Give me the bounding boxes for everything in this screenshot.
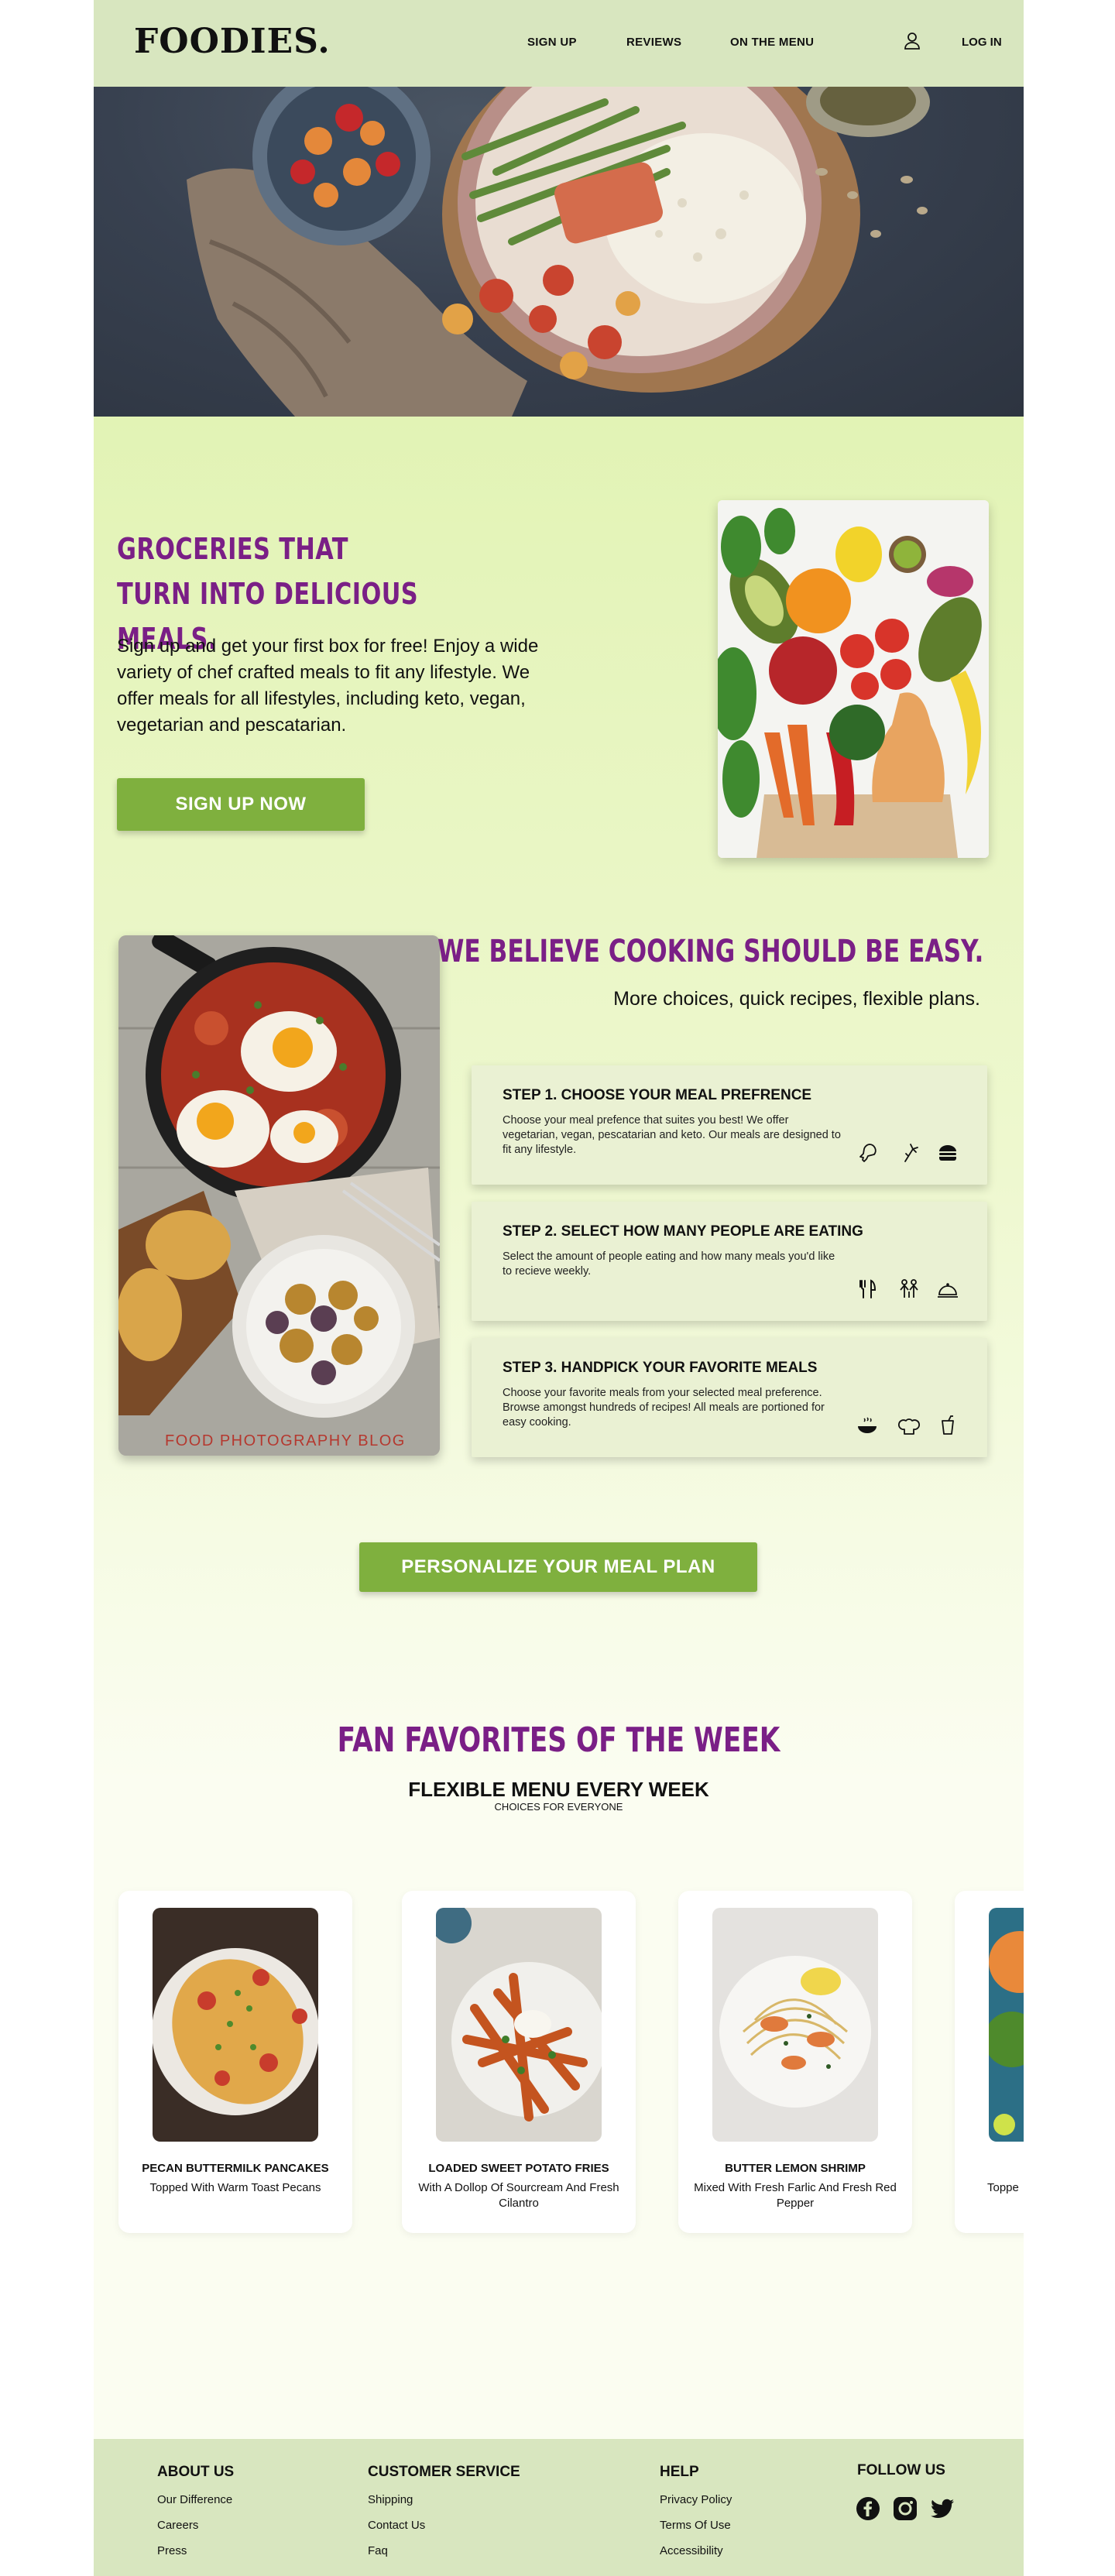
- intro-text: Sign up and get your first box for free!…: [117, 636, 539, 736]
- footer-link[interactable]: Privacy Policy: [660, 2493, 732, 2506]
- sweet-potato-fries-photo: [436, 1908, 602, 2142]
- menu-card-title: LOADED SWEET POTATO FRIES: [428, 2162, 609, 2175]
- step-card-1: STEP 1. CHOOSE YOUR MEAL PREFRENCE Choos…: [472, 1065, 987, 1185]
- menu-card-description: With A Dollop Of Sourcream And Fresh Cil…: [418, 2181, 619, 2210]
- chef-hat-icon: [898, 1418, 920, 1435]
- footer-about-heading: ABOUT US: [157, 2464, 235, 2480]
- favorites-title: FAN FAVORITES OF THE WEEK: [337, 1720, 780, 1760]
- user-icon[interactable]: [904, 32, 921, 50]
- cloche-icon: [938, 1283, 958, 1298]
- menu-card-title: PECAN BUTTERMILK PANCAKES: [142, 2162, 329, 2175]
- pancakes-photo: [153, 1908, 318, 2142]
- login-link[interactable]: LOG IN: [962, 36, 1002, 49]
- nav-signup-link[interactable]: SIGN UP: [527, 36, 577, 49]
- footer-link[interactable]: Our Difference: [157, 2493, 232, 2506]
- fork-knife-icon: [859, 1279, 877, 1298]
- carrot-icon: [904, 1144, 918, 1162]
- footer-link[interactable]: Faq: [368, 2544, 388, 2557]
- step-text: Choose your favorite meals from your sel…: [503, 1387, 825, 1429]
- burger-icon: [939, 1145, 956, 1161]
- step-title: STEP 1. CHOOSE YOUR MEAL PREFRENCE: [503, 1087, 812, 1103]
- footer-link[interactable]: Accessibility: [660, 2544, 723, 2557]
- site-footer: ABOUT US Our Difference Careers Press CU…: [94, 2439, 1024, 2576]
- step-text: Choose your meal prefence that suites yo…: [503, 1114, 841, 1156]
- menu-card-4[interactable]: Toppe: [955, 1891, 1024, 2233]
- favorites-subtitle: FLEXIBLE MENU EVERY WEEK: [408, 1778, 709, 1801]
- footer-follow-heading: FOLLOW US: [857, 2462, 945, 2478]
- footer-service-heading: CUSTOMER SERVICE: [368, 2464, 520, 2480]
- salad-photo: [989, 1908, 1024, 2142]
- twitter-icon[interactable]: [930, 2496, 955, 2521]
- family-icon: [900, 1279, 918, 1298]
- menu-card-3[interactable]: BUTTER LEMON SHRIMP Mixed With Fresh Far…: [678, 1891, 912, 2233]
- logo[interactable]: FOODIES.: [134, 22, 331, 61]
- cooking-title: WE BELIEVE COOKING SHOULD BE EASY.: [437, 934, 983, 969]
- meat-drumstick-icon: [859, 1144, 877, 1162]
- cooking-subtitle: More choices, quick recipes, flexible pl…: [613, 988, 980, 1010]
- site-header: FOODIES. SIGN UP REVIEWS ON THE MENU LOG…: [94, 0, 1024, 87]
- menu-card-1[interactable]: PECAN BUTTERMILK PANCAKES Topped With Wa…: [118, 1891, 352, 2233]
- nav-menu-link[interactable]: ON THE MENU: [730, 36, 814, 49]
- hero-image: [94, 87, 1024, 417]
- groceries-photo: [718, 500, 989, 858]
- footer-link[interactable]: Contact Us: [368, 2519, 425, 2532]
- menu-card-description: Topped With Warm Toast Pecans: [149, 2181, 321, 2194]
- footer-link[interactable]: Press: [157, 2544, 187, 2557]
- facebook-icon[interactable]: [856, 2496, 880, 2521]
- page: FOODIES. SIGN UP REVIEWS ON THE MENU LOG…: [94, 0, 1024, 2576]
- nav-reviews-link[interactable]: REVIEWS: [626, 36, 681, 49]
- drink-icon: [942, 1415, 954, 1435]
- step-card-2: STEP 2. SELECT HOW MANY PEOPLE ARE EATIN…: [472, 1202, 987, 1321]
- footer-link[interactable]: Terms Of Use: [660, 2519, 731, 2532]
- instagram-icon[interactable]: [893, 2496, 918, 2521]
- step-title: STEP 2. SELECT HOW MANY PEOPLE ARE EATIN…: [503, 1223, 863, 1240]
- photo-watermark: FOOD PHOTOGRAPHY BLOG: [165, 1432, 406, 1449]
- footer-link[interactable]: Shipping: [368, 2493, 413, 2506]
- footer-help-heading: HELP: [660, 2464, 699, 2480]
- personalize-meal-plan-button[interactable]: PERSONALIZE YOUR MEAL PLAN: [359, 1542, 757, 1592]
- skillet-photo: FOOD PHOTOGRAPHY BLOG: [118, 935, 440, 1456]
- sign-up-now-button[interactable]: SIGN UP NOW: [117, 778, 365, 831]
- lemon-shrimp-photo: [712, 1908, 878, 2142]
- menu-card-description: Mixed With Fresh Farlic And Fresh Red Pe…: [694, 2181, 897, 2210]
- menu-card-description: Toppe: [987, 2181, 1019, 2194]
- step-card-3: STEP 3. HANDPICK YOUR FAVORITE MEALS Cho…: [472, 1338, 987, 1457]
- bowl-icon: [858, 1417, 877, 1433]
- step-title: STEP 3. HANDPICK YOUR FAVORITE MEALS: [503, 1360, 818, 1376]
- footer-link[interactable]: Careers: [157, 2519, 198, 2532]
- favorites-caption: CHOICES FOR EVERYONE: [494, 1801, 623, 1813]
- menu-card-2[interactable]: LOADED SWEET POTATO FRIES With A Dollop …: [402, 1891, 636, 2233]
- step-text: Select the amount of people eating and h…: [503, 1250, 835, 1278]
- menu-card-title: BUTTER LEMON SHRIMP: [725, 2162, 866, 2175]
